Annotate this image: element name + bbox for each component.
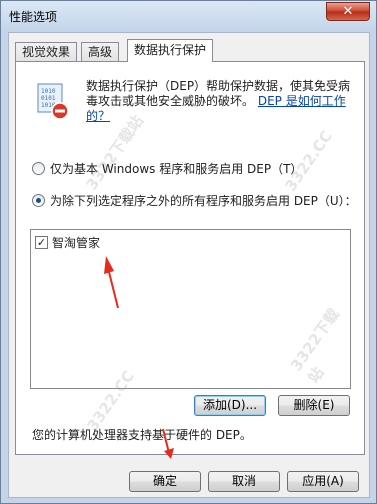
- remove-button[interactable]: 删除(E): [278, 395, 350, 416]
- cancel-button[interactable]: 取消: [208, 471, 280, 492]
- performance-options-window: 性能选项 ✕ 视觉效果 高级 数据执行保护 1010 0101 1010 数据执…: [0, 0, 377, 504]
- hardware-support-note: 您的计算机处理器支持基于硬件的 DEP。: [32, 428, 252, 442]
- radio-button-essential[interactable]: [32, 162, 45, 175]
- tab-strip: 视觉效果 高级 数据执行保护: [15, 39, 365, 62]
- red-arrow-icon-bottom: [162, 428, 174, 459]
- dep-tab-panel: 1010 0101 1010 数据执行保护（DEP）帮助保护数据，使其免受病毒攻…: [15, 61, 365, 455]
- apply-button[interactable]: 应用(A): [287, 471, 359, 492]
- svg-text:1010: 1010: [41, 88, 56, 95]
- dialog-client: 视觉效果 高级 数据执行保护 1010 0101 1010 数据执行保护（DEP…: [8, 32, 370, 498]
- exception-label: 智淘管家: [52, 236, 101, 250]
- tab-dep[interactable]: 数据执行保护: [127, 39, 214, 62]
- radio-label-all-except: 为除下列选定程序之外的所有程序和服务启用 DEP（U）：: [50, 194, 357, 208]
- window-title: 性能选项: [9, 10, 58, 24]
- add-button[interactable]: 添加(D)...: [194, 395, 266, 416]
- list-item[interactable]: ✓ 智淘管家: [35, 234, 100, 251]
- dep-shield-icon: 1010 0101 1010: [37, 83, 69, 120]
- radio-all-except[interactable]: 为除下列选定程序之外的所有程序和服务启用 DEP（U）：: [32, 192, 357, 209]
- ok-button[interactable]: 确定: [129, 471, 201, 492]
- close-button[interactable]: ✕: [326, 2, 370, 21]
- svg-text:0101: 0101: [41, 95, 56, 102]
- tab-visual-effects[interactable]: 视觉效果: [15, 42, 78, 61]
- close-icon: ✕: [342, 4, 354, 19]
- exception-checkbox[interactable]: ✓: [35, 236, 48, 249]
- radio-button-all-except[interactable]: [32, 194, 45, 207]
- red-arrow-icon: [104, 256, 119, 309]
- tab-advanced[interactable]: 高级: [81, 42, 120, 61]
- title-bar[interactable]: 性能选项 ✕: [1, 1, 376, 31]
- radio-essential-only[interactable]: 仅为基本 Windows 程序和服务启用 DEP（T）: [32, 160, 302, 177]
